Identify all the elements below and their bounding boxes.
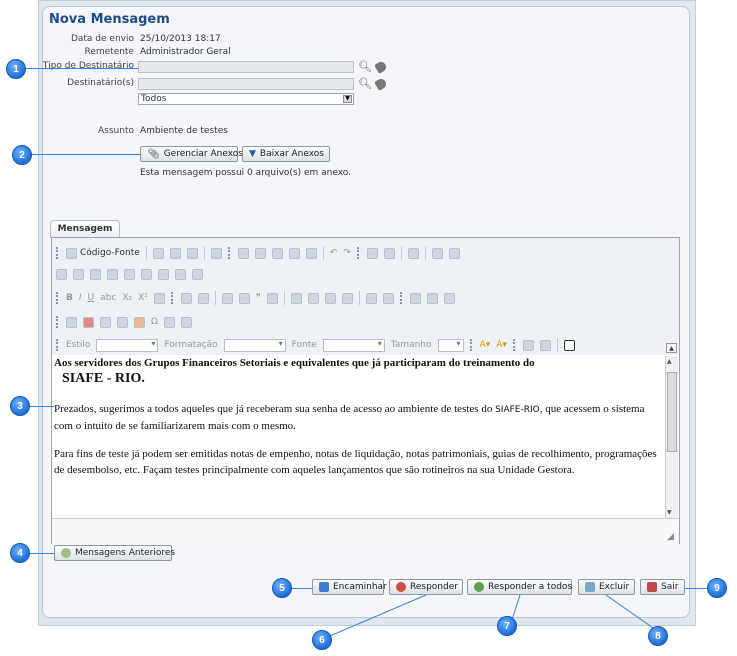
callout-4: 4 [10, 543, 30, 563]
callout-9: 9 [707, 578, 727, 598]
callout-8: 8 [648, 626, 668, 646]
callout-leaders [329, 594, 657, 637]
callout-line-6 [329, 594, 427, 637]
callout-2: 2 [12, 145, 32, 165]
callout-5: 5 [272, 578, 292, 598]
callout-6: 6 [312, 630, 332, 650]
callout-3: 3 [10, 396, 30, 416]
callout-1: 1 [6, 59, 26, 79]
callout-7: 7 [497, 616, 517, 636]
callout-line-8 [605, 594, 657, 631]
